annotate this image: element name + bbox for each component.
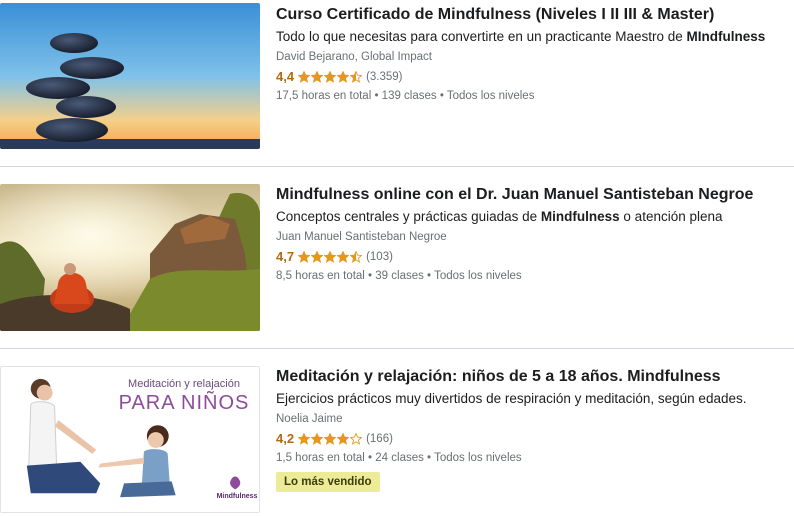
review-count: (3.359)	[366, 70, 403, 83]
review-count: (166)	[366, 432, 393, 445]
star-full-icon	[311, 250, 324, 263]
course-card[interactable]: Curso Certificado de Mindfulness (Nivele…	[0, 0, 794, 166]
course-author: Noelia Jaime	[276, 413, 343, 425]
star-full-icon	[337, 70, 350, 83]
thumbnail-headline: PARA NIÑOS	[118, 392, 250, 414]
star-empty-icon	[350, 432, 363, 445]
star-full-icon	[324, 70, 337, 83]
star-full-icon	[298, 432, 311, 445]
star-full-icon	[337, 250, 350, 263]
course-thumbnail[interactable]: Meditación y relajación PARA NIÑOS Mindf…	[0, 366, 260, 513]
rating-row: 4,2 (166)	[276, 430, 790, 447]
star-full-icon	[324, 250, 337, 263]
course-author: Juan Manuel Santisteban Negroe	[276, 231, 447, 243]
star-full-icon	[337, 432, 350, 445]
course-info: Mindfulness online con el Dr. Juan Manue…	[276, 185, 790, 284]
star-rating	[298, 70, 363, 83]
star-full-icon	[298, 250, 311, 263]
course-card[interactable]: Meditación y relajación PARA NIÑOS Mindf…	[0, 349, 794, 515]
course-title[interactable]: Meditación y relajación: niños de 5 a 18…	[276, 367, 790, 387]
course-meta: 8,5 horas en total • 39 clases • Todos l…	[276, 270, 522, 282]
course-thumbnail[interactable]	[0, 184, 260, 331]
stacked-stones-image	[0, 3, 260, 149]
course-info: Meditación y relajación: niños de 5 a 18…	[276, 367, 790, 492]
rating-value: 4,7	[276, 249, 295, 264]
course-description: Ejercicios prácticos muy divertidos de r…	[276, 391, 747, 406]
course-card[interactable]: Mindfulness online con el Dr. Juan Manue…	[0, 167, 794, 333]
thumbnail-subtitle: Meditación y relajación	[128, 378, 240, 390]
star-half-icon	[350, 70, 363, 83]
course-meta: 17,5 horas en total • 139 clases • Todos…	[276, 90, 535, 102]
rating-value: 4,2	[276, 431, 295, 446]
course-description: Todo lo que necesitas para convertirte e…	[276, 29, 766, 44]
star-full-icon	[298, 70, 311, 83]
star-full-icon	[311, 70, 324, 83]
course-author: David Bejarano, Global Impact	[276, 51, 432, 63]
course-description: Conceptos centrales y prácticas guiadas …	[276, 209, 723, 224]
monk-meditating-image	[0, 184, 260, 331]
thumbnail-caption: Meditación y relajación PARA NIÑOS	[109, 377, 259, 415]
course-title[interactable]: Curso Certificado de Mindfulness (Nivele…	[276, 5, 790, 25]
star-full-icon	[324, 432, 337, 445]
course-info: Curso Certificado de Mindfulness (Nivele…	[276, 5, 790, 104]
star-half-icon	[350, 250, 363, 263]
rating-value: 4,4	[276, 69, 295, 84]
course-meta: 1,5 horas en total • 24 clases • Todos l…	[276, 452, 522, 464]
star-full-icon	[311, 432, 324, 445]
star-rating	[298, 250, 363, 263]
review-count: (103)	[366, 250, 393, 263]
star-rating	[298, 432, 363, 445]
course-title[interactable]: Mindfulness online con el Dr. Juan Manue…	[276, 185, 790, 205]
bestseller-badge: Lo más vendido	[276, 472, 380, 492]
course-thumbnail[interactable]	[0, 3, 260, 149]
rating-row: 4,7 (103)	[276, 248, 790, 265]
thumbnail-logo-text: Mindfulness	[216, 493, 258, 500]
rating-row: 4,4 (3.359)	[276, 68, 790, 85]
